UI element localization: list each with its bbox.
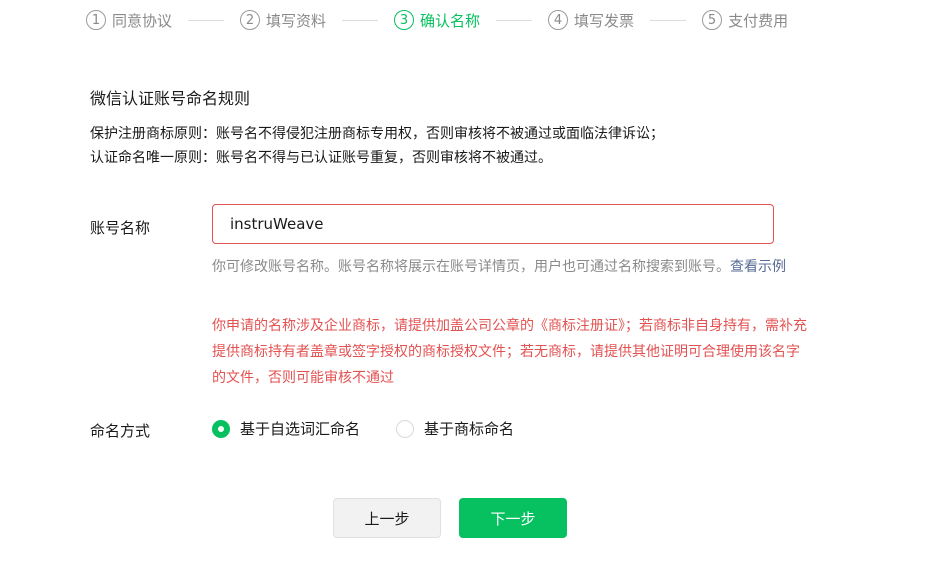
- radio-unchecked-icon: [396, 419, 415, 438]
- radio-checked-icon: [212, 419, 230, 438]
- naming-method-label: 命名方式: [90, 422, 151, 440]
- step-label: 填写资料: [266, 11, 327, 30]
- step-label: 同意协议: [112, 11, 173, 30]
- view-example-link[interactable]: 查看示例: [730, 259, 786, 275]
- step-number: 4: [548, 10, 569, 30]
- step-number: 3: [394, 10, 415, 30]
- prev-step-button[interactable]: 上一步: [333, 498, 441, 538]
- account-name-label: 账号名称: [90, 219, 151, 237]
- step-pay: 5 支付费用: [702, 8, 788, 32]
- step-divider: [188, 19, 225, 21]
- hint-text: 你可修改账号名称。账号名称将展示在账号详情页，用户也可通过名称搜索到账号。: [212, 259, 730, 275]
- step-fill-info: 2 填写资料: [240, 8, 326, 32]
- trademark-error-message: 你申请的名称涉及企业商标，请提供加盖公司公章的《商标注册证》；若商标非自身持有，…: [212, 318, 807, 386]
- next-step-button[interactable]: 下一步: [459, 498, 567, 538]
- step-label: 填写发票: [574, 11, 635, 30]
- account-name-hint: 你可修改账号名称。账号名称将展示在账号详情页，用户也可通过名称搜索到账号。查看示…: [212, 254, 812, 280]
- rules-title: 微信认证账号命名规则: [90, 89, 251, 108]
- step-divider: [496, 19, 533, 21]
- step-label: 确认名称: [420, 11, 481, 30]
- step-number: 1: [86, 10, 106, 30]
- account-name-input[interactable]: [212, 204, 774, 244]
- radio-label: 基于自选词汇命名: [240, 420, 361, 438]
- radio-custom-words[interactable]: 基于自选词汇命名: [212, 418, 360, 439]
- rule-unique: 认证命名唯一原则：账号名不得与已认证账号重复，否则审核将不被通过。: [90, 150, 552, 166]
- step-confirm-name: 3 确认名称: [394, 8, 480, 32]
- naming-rules: 微信认证账号命名规则 保护注册商标原则：账号名不得侵犯注册商标专用权，否则审核将…: [90, 88, 810, 170]
- rule-trademark: 保护注册商标原则：账号名不得侵犯注册商标专用权，否则审核将不被通过或面临法律诉讼…: [90, 126, 664, 142]
- step-number: 2: [240, 10, 261, 30]
- step-fill-invoice: 4 填写发票: [548, 8, 634, 32]
- step-label: 支付费用: [728, 11, 789, 30]
- naming-method-radio-group: 基于自选词汇命名 基于商标命名: [212, 418, 550, 439]
- radio-trademark[interactable]: 基于商标命名: [396, 418, 514, 439]
- step-agree: 1 同意协议: [86, 8, 172, 32]
- steps-bar: 1 同意协议 2 填写资料 3 确认名称 4 填写发票 5 支付费用: [86, 8, 788, 32]
- step-divider: [342, 19, 379, 21]
- radio-label: 基于商标命名: [424, 420, 515, 438]
- step-divider: [650, 19, 687, 21]
- step-number: 5: [702, 10, 723, 30]
